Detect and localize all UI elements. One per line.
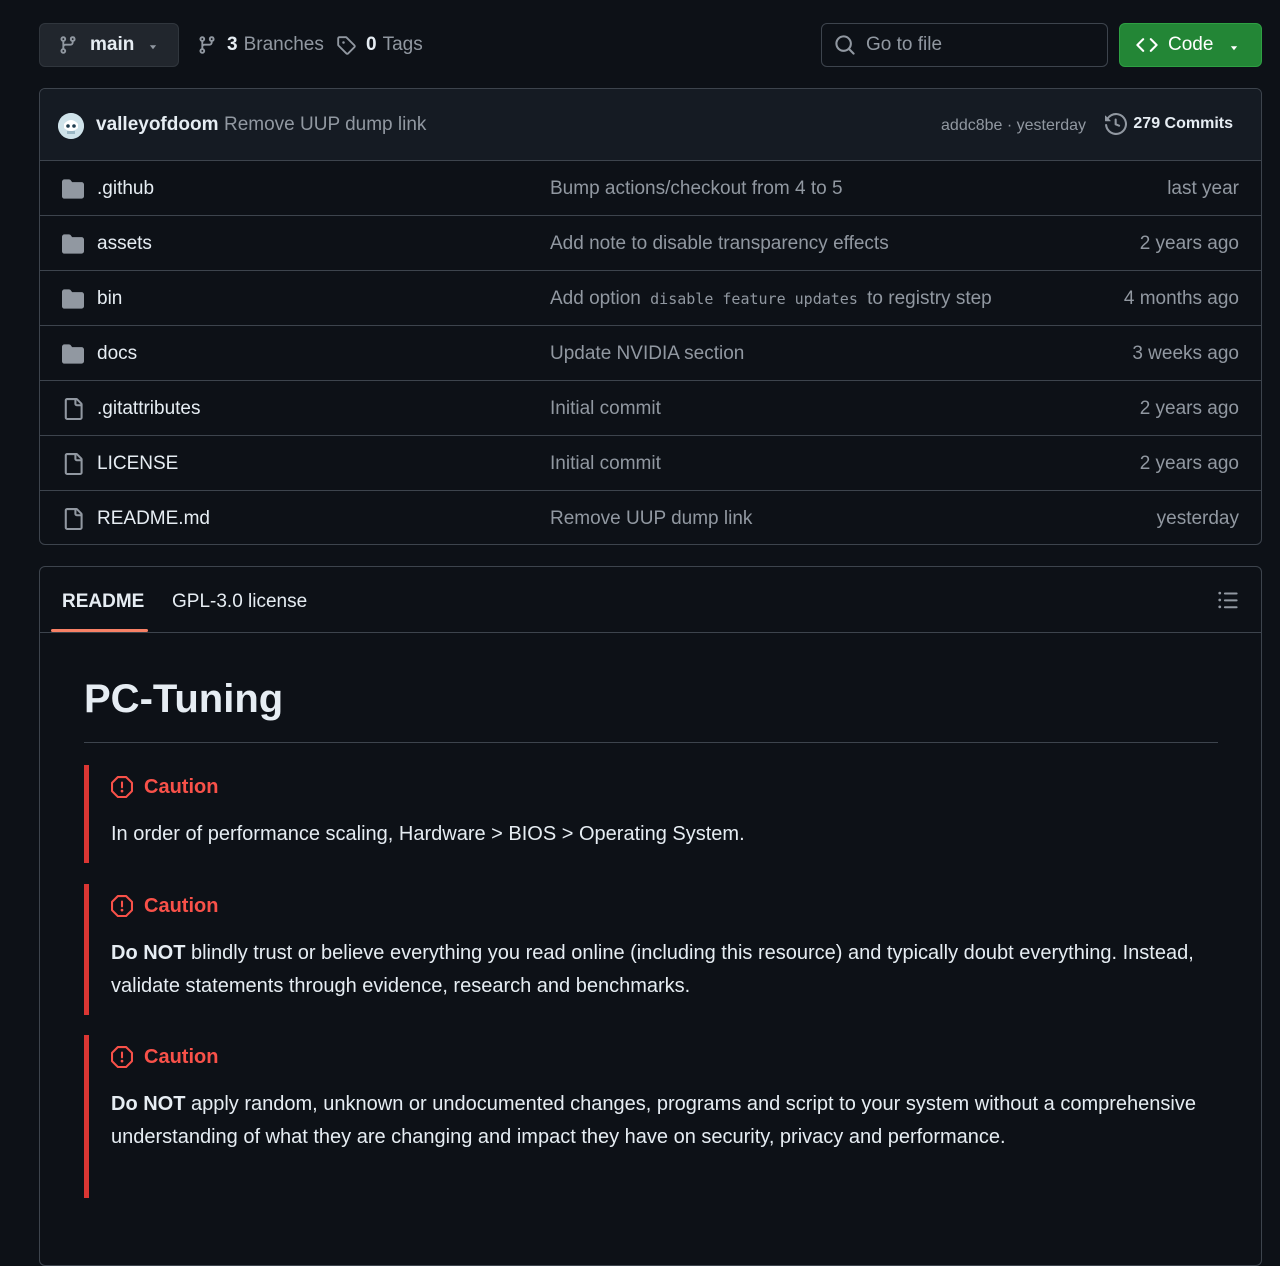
file-name-link[interactable]: assets (97, 233, 152, 255)
code-icon (1136, 34, 1158, 56)
caution-alert: Caution Do NOT blindly trust or believe … (84, 884, 1218, 1015)
branch-name: main (90, 34, 135, 55)
file-commit-date: 3 weeks ago (1132, 343, 1239, 364)
table-row[interactable]: assets Add note to disable transparency … (40, 216, 1261, 271)
file-commit-message[interactable]: Add option disable feature updates to re… (550, 288, 992, 310)
caution-alert: Caution Do NOT apply random, unknown or … (84, 1035, 1218, 1198)
git-branch-icon (197, 35, 217, 55)
file-commit-message[interactable]: Update NVIDIA section (550, 343, 744, 365)
file-name-link[interactable]: .gitattributes (97, 398, 201, 420)
code-button[interactable]: Code (1119, 23, 1262, 67)
readme-tab-bar: README GPL-3.0 license (40, 567, 1261, 633)
repo-toolbar: main 3 Branches 0 Tags Go to file Code (0, 0, 1280, 88)
table-row[interactable]: bin Add option disable feature updates t… (40, 271, 1261, 326)
list-unordered-icon[interactable] (1217, 589, 1239, 611)
table-row[interactable]: LICENSE Initial commit 2 years ago (40, 436, 1261, 491)
chevron-down-icon (146, 38, 160, 52)
stop-icon (111, 776, 133, 798)
tab-license[interactable]: GPL-3.0 license (172, 591, 307, 613)
file-name-link[interactable]: .github (97, 178, 154, 200)
file-name-link[interactable]: README.md (97, 508, 210, 530)
go-to-file-input[interactable]: Go to file (821, 23, 1108, 67)
alert-bold: Do NOT (111, 942, 186, 964)
history-icon (1105, 113, 1128, 135)
folder-icon (62, 233, 84, 255)
branches-label: Branches (243, 34, 324, 55)
branch-selector-button[interactable]: main (39, 23, 179, 67)
table-row[interactable]: README.md Remove UUP dump link yesterday (40, 491, 1261, 544)
alert-bold: Do NOT (111, 1093, 186, 1115)
file-commit-date: 2 years ago (1139, 398, 1239, 419)
file-icon (62, 453, 84, 475)
commit-hash-time[interactable]: addc8be · yesterday (941, 117, 1086, 135)
tags-link[interactable]: 0 Tags (336, 23, 423, 67)
active-tab-indicator (51, 629, 148, 632)
file-commit-message[interactable]: Remove UUP dump link (550, 508, 752, 530)
stop-icon (111, 1046, 133, 1068)
tab-readme[interactable]: README (62, 591, 144, 613)
file-commit-date: last year (1167, 178, 1239, 199)
folder-icon (62, 178, 84, 200)
table-row[interactable]: .github Bump actions/checkout from 4 to … (40, 161, 1261, 216)
search-placeholder: Go to file (866, 34, 943, 55)
message-text: to registry step (867, 288, 992, 309)
latest-commit-row: valleyofdoom Remove UUP dump link addc8b… (40, 89, 1261, 161)
readme-panel: README GPL-3.0 license PC-Tuning Caution… (39, 566, 1262, 1266)
table-row[interactable]: .gitattributes Initial commit 2 years ag… (40, 381, 1261, 436)
alert-title-text: Caution (144, 1045, 219, 1068)
tags-label: Tags (382, 34, 423, 55)
commit-message-link[interactable]: Remove UUP dump link (224, 114, 426, 136)
alert-title: Caution (111, 893, 1218, 919)
commits-history-link[interactable]: 279 Commits (1105, 113, 1233, 135)
code-label: Code (1168, 34, 1214, 55)
branches-count: 3 (227, 34, 238, 55)
message-text: Add option (550, 288, 641, 309)
file-name-link[interactable]: bin (97, 288, 122, 310)
folder-icon (62, 343, 84, 365)
commits-count: 279 Commits (1133, 115, 1233, 132)
alert-title: Caution (111, 774, 745, 800)
alert-text: In order of performance scaling, Hardwar… (111, 823, 745, 845)
alert-title: Caution (111, 1044, 1218, 1070)
alert-body: apply random, unknown or undocumented ch… (111, 1093, 1196, 1148)
tag-icon (336, 35, 356, 55)
commit-author-link[interactable]: valleyofdoom (96, 114, 218, 136)
file-commit-date: 4 months ago (1123, 288, 1239, 309)
file-name-link[interactable]: LICENSE (97, 453, 178, 475)
branches-link[interactable]: 3 Branches (197, 23, 324, 67)
alert-title-text: Caution (144, 894, 219, 917)
caution-alert: Caution In order of performance scaling,… (84, 765, 745, 863)
tags-count: 0 (366, 34, 377, 55)
file-commit-message[interactable]: Initial commit (550, 398, 661, 420)
folder-icon (62, 288, 84, 310)
page-title: PC-Tuning (84, 677, 1218, 743)
file-commit-message[interactable]: Add note to disable transparency effects (550, 233, 889, 255)
file-name-link[interactable]: docs (97, 343, 137, 365)
alert-body: blindly trust or believe everything you … (111, 942, 1194, 997)
avatar[interactable] (58, 113, 84, 139)
file-icon (62, 398, 84, 420)
file-icon (62, 508, 84, 530)
git-branch-icon (58, 35, 78, 55)
search-icon (834, 34, 856, 56)
file-commit-date: yesterday (1156, 508, 1239, 529)
alert-title-text: Caution (144, 775, 219, 798)
message-code: disable feature updates (650, 290, 858, 308)
file-commit-message[interactable]: Bump actions/checkout from 4 to 5 (550, 178, 843, 200)
file-list: valleyofdoom Remove UUP dump link addc8b… (39, 88, 1262, 545)
file-commit-date: 2 years ago (1139, 453, 1239, 474)
alert-text: Do NOT blindly trust or believe everythi… (111, 937, 1218, 1002)
chevron-down-icon (1227, 39, 1241, 53)
alert-text: Do NOT apply random, unknown or undocume… (111, 1088, 1218, 1153)
file-commit-date: 2 years ago (1139, 233, 1239, 254)
stop-icon (111, 895, 133, 917)
file-commit-message[interactable]: Initial commit (550, 453, 661, 475)
table-row[interactable]: docs Update NVIDIA section 3 weeks ago (40, 326, 1261, 381)
readme-content: PC-Tuning Caution In order of performanc… (84, 677, 1218, 1198)
